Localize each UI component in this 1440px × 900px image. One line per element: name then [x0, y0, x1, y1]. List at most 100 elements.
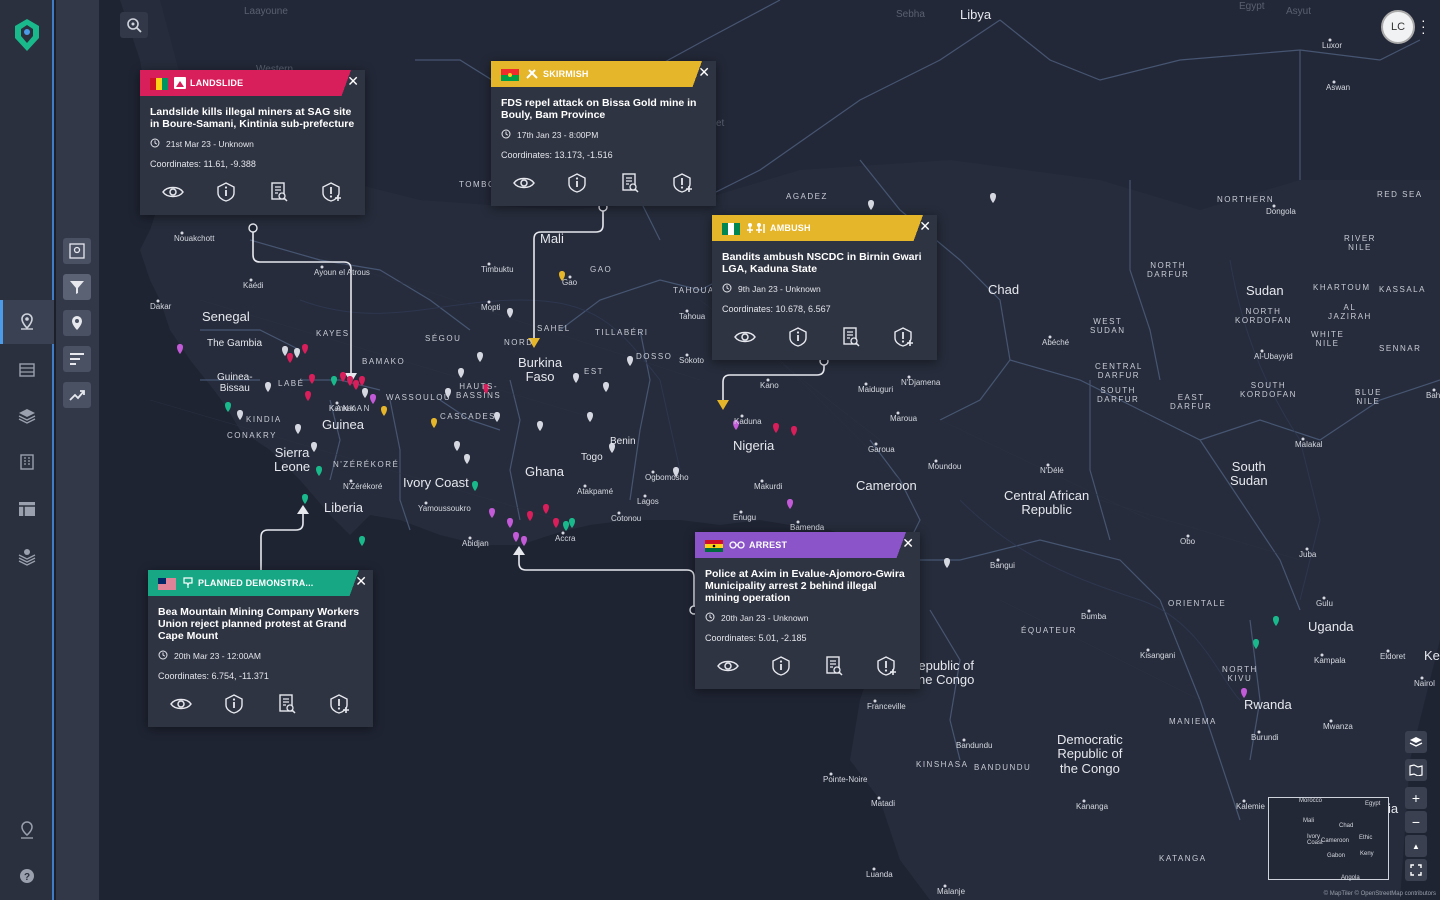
minimap-label-egypt: Egypt — [1365, 801, 1381, 807]
basemap-button[interactable] — [1405, 759, 1427, 781]
region-label-nord: NORD — [504, 338, 534, 347]
region-label-kankanr: KANKAN — [329, 404, 371, 413]
app-root: ? Libya Mali Senegal The Gambia Guinea- … — [0, 0, 1440, 900]
nav-stack-button[interactable] — [0, 535, 54, 579]
report-button[interactable] — [618, 172, 642, 194]
report-button[interactable] — [267, 181, 291, 203]
nav-table-button[interactable] — [0, 348, 54, 392]
region-label-cdarfur: CENTRAL DARFUR — [1095, 362, 1143, 380]
more-menu-icon[interactable]: · · · — [1421, 13, 1426, 39]
close-icon: ✕ — [919, 218, 931, 234]
tool-trend-button[interactable] — [63, 382, 91, 408]
info-button[interactable] — [222, 693, 246, 715]
event-title: FDS repel attack on Bissa Gold mine in B… — [501, 97, 697, 121]
country-label-car: Central African Republic — [1004, 488, 1090, 518]
region-label-sahel: SAHEL — [537, 324, 571, 333]
nav-map-button[interactable] — [0, 300, 54, 344]
region-label-bandundur: BANDUNDU — [974, 763, 1032, 772]
city-label-moundou: Moundou — [928, 462, 962, 471]
report-button[interactable] — [822, 655, 846, 677]
close-popup-button[interactable]: ✕ — [919, 219, 931, 233]
tool-sort-button[interactable] — [63, 346, 91, 372]
close-popup-button[interactable]: ✕ — [698, 65, 710, 79]
report-icon — [270, 182, 288, 202]
info-button[interactable] — [214, 181, 238, 203]
nav-dashboard-button[interactable] — [0, 487, 54, 531]
tool-pin-button[interactable] — [63, 310, 91, 336]
view-button[interactable] — [716, 655, 740, 677]
add-alert-button[interactable] — [328, 693, 352, 715]
city-label-bandundu: Bandundu — [956, 741, 993, 750]
fullscreen-button[interactable] — [1405, 859, 1427, 881]
city-label-yamoussoukro: Yamoussoukro — [418, 504, 471, 513]
eye-icon — [169, 697, 192, 711]
city-label-tahoua: Tahoua — [679, 312, 706, 321]
country-label-uganda: Uganda — [1308, 619, 1354, 634]
add-alert-button[interactable] — [892, 326, 916, 348]
city-label-atakpame: Atakpamé — [577, 487, 614, 496]
view-button[interactable] — [733, 326, 757, 348]
event-datetime: 9th Jan 23 - Unknown — [738, 284, 821, 294]
city-label-bumba: Bumba — [1081, 612, 1107, 621]
close-popup-button[interactable]: ✕ — [902, 536, 914, 550]
layers-toggle-button[interactable] — [1405, 731, 1427, 753]
region-label-khartoum: KHARTOUM — [1313, 283, 1371, 292]
info-button[interactable] — [786, 326, 810, 348]
clock-icon — [501, 129, 511, 141]
dashboard-icon — [19, 502, 35, 516]
minimap-label-chad: Chad — [1339, 823, 1354, 829]
report-icon — [621, 173, 639, 193]
add-alert-button[interactable] — [320, 181, 344, 203]
nav-location-button[interactable] — [0, 808, 54, 852]
tool-filter-button[interactable] — [63, 274, 91, 300]
country-label-togo: Togo — [581, 452, 603, 463]
region-label-nzerekorer: N'ZÉRÉKORÉ — [333, 460, 400, 469]
location-icon — [21, 821, 33, 839]
region-label-redsea: RED SEA — [1377, 190, 1423, 199]
close-popup-button[interactable]: ✕ — [355, 574, 367, 588]
minimap-label-cameroon: Cameroon — [1321, 838, 1350, 844]
info-icon — [771, 656, 791, 676]
city-label-ndele: N'Délé — [1040, 466, 1064, 475]
info-icon — [788, 327, 808, 347]
nav-buildings-button[interactable] — [0, 440, 54, 484]
report-button[interactable] — [839, 326, 863, 348]
city-label-sokoto: Sokoto — [679, 356, 704, 365]
zoom-out-button[interactable]: − — [1405, 811, 1427, 833]
info-button[interactable] — [769, 655, 793, 677]
map-search-button[interactable] — [120, 12, 148, 38]
nav-layers-button[interactable] — [0, 394, 54, 438]
info-button[interactable] — [565, 172, 589, 194]
nav-help-button[interactable]: ? — [0, 854, 54, 898]
city-label-juba: Juba — [1299, 550, 1317, 559]
pin-icon — [72, 316, 82, 330]
event-popup-protest: PLANNED DEMONSTRA... ✕ Bea Mountain Mining… — [148, 570, 373, 727]
country-label-gambia: The Gambia — [207, 338, 263, 349]
close-popup-button[interactable]: ✕ — [347, 74, 359, 88]
city-label-obo: Obo — [1180, 537, 1196, 546]
compass-button[interactable]: ▲ — [1405, 835, 1427, 857]
view-button[interactable] — [161, 181, 185, 203]
map-icon — [1409, 764, 1423, 776]
add-alert-button[interactable] — [875, 655, 899, 677]
report-button[interactable] — [275, 693, 299, 715]
country-label-sudan: Sudan — [1246, 283, 1284, 298]
city-label-gulu: Gulu — [1316, 599, 1333, 608]
user-avatar[interactable]: LC — [1381, 10, 1415, 44]
tool-events-button[interactable] — [63, 238, 91, 264]
logo-icon — [14, 18, 40, 57]
stack-pin-icon — [18, 549, 36, 566]
city-label-alubayyid: Al-Ubayyid — [1254, 352, 1293, 361]
overview-minimap[interactable]: Morocco Egypt Mali Chad Ivory Coast Cameroon E… — [1268, 797, 1389, 881]
view-button[interactable] — [169, 693, 193, 715]
country-label-roc: epublic of ne Congo — [918, 658, 975, 688]
event-popup-arrest: ARREST ✕ Police at Axim in Evalue-Ajomoro-… — [695, 532, 920, 689]
country-label-drc: Democratic Republic of the Congo — [1057, 732, 1123, 776]
country-label-tanz: ia — [1388, 801, 1399, 816]
city-label-laayoune: Laayoune — [244, 6, 288, 17]
category-arrest-icon — [729, 539, 745, 551]
zoom-in-button[interactable]: + — [1405, 787, 1427, 809]
country-flag-icon — [501, 68, 519, 81]
add-alert-button[interactable] — [671, 172, 695, 194]
view-button[interactable] — [512, 172, 536, 194]
